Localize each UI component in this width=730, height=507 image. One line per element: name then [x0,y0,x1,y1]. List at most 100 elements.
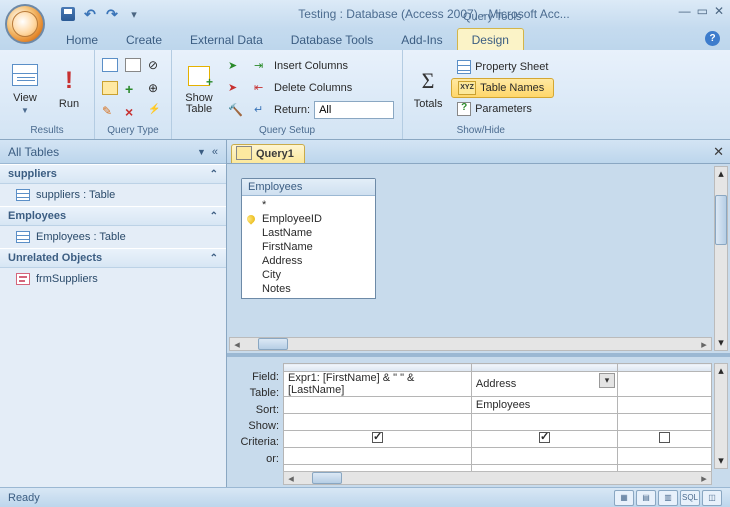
field-item[interactable]: Address [242,254,375,268]
tab-external-data[interactable]: External Data [176,29,277,50]
passthrough-query-icon[interactable]: ⊕ [145,77,167,99]
tab-create[interactable]: Create [112,29,176,50]
view-shortcut-button[interactable]: ▤ [636,490,656,506]
grid-cell[interactable] [618,414,712,431]
view-shortcut-button[interactable]: ◫ [702,490,722,506]
data-definition-icon[interactable]: ⚡ [145,100,167,122]
delete-columns-icon: ⇤ [254,81,270,95]
field-item[interactable]: LastName [242,226,375,240]
view-shortcut-button[interactable]: SQL [680,490,700,506]
show-checkbox[interactable] [659,432,670,443]
grid-cell[interactable]: Employees [471,397,617,414]
grid-cell[interactable] [284,431,472,448]
restore-icon[interactable]: ▭ [697,4,708,18]
tab-home[interactable]: Home [52,29,112,50]
crosstab-query-icon[interactable] [122,54,144,76]
delete-rows-button[interactable]: ➤ [224,78,248,98]
nav-group-header[interactable]: Unrelated Objects⌃ [0,248,226,268]
tab-add-ins[interactable]: Add-Ins [387,29,456,50]
save-icon[interactable] [58,4,78,24]
grid-row-labels: Field:Table:Sort:Show:Criteria:or: [233,371,283,469]
append-query-icon[interactable]: + [122,77,144,99]
delete-columns-button[interactable]: ⇤Delete Columns [250,78,398,98]
grid-cell[interactable] [471,414,617,431]
grid-cell[interactable] [284,414,472,431]
nav-header[interactable]: All Tables ▼ « [0,140,226,164]
nav-item[interactable]: Employees : Table [0,226,226,248]
context-tab-label: Query Tools [463,11,522,23]
insert-rows-button[interactable]: ➤ [224,56,248,76]
return-input[interactable] [314,101,394,119]
delete-query-icon[interactable]: × [122,100,144,122]
nav-group-header[interactable]: Employees⌃ [0,206,226,226]
make-table-query-icon[interactable] [99,77,121,99]
field-item[interactable]: Notes [242,282,375,296]
grid-h-scrollbar[interactable]: ◂▸ [283,471,712,485]
parameters-icon [457,102,471,116]
grid-cell[interactable] [618,448,712,465]
ribbon: View ▼ ! Run Results ⊘ + ⊕ ✎ × ⚡ Que [0,50,730,140]
grid-v-scrollbar[interactable]: ▴▾ [714,363,728,469]
show-checkbox[interactable] [372,432,383,443]
doc-tab-query1[interactable]: Query1 [231,144,305,163]
tab-design[interactable]: Design [457,28,524,50]
nav-collapse-icon[interactable]: « [212,146,218,158]
field-list-title[interactable]: Employees [242,179,375,196]
nav-item[interactable]: frmSuppliers [0,268,226,290]
show-table-button[interactable]: Show Table [176,55,222,121]
nav-item-label: suppliers : Table [36,189,115,201]
select-query-icon[interactable] [99,54,121,76]
grid-cell[interactable] [471,448,617,465]
builder-button[interactable]: 🔨 [224,100,248,120]
nav-item-label: Employees : Table [36,231,126,243]
grid-cell[interactable] [618,431,712,448]
totals-button[interactable]: Σ Totals [407,55,449,121]
h-scrollbar[interactable]: ◂▸ [229,337,712,351]
grid-cell[interactable]: Address [471,372,617,397]
tab-database-tools[interactable]: Database Tools [277,29,388,50]
update-query-icon[interactable]: ✎ [99,100,121,122]
nav-item[interactable]: suppliers : Table [0,184,226,206]
grid-cell[interactable] [618,397,712,414]
grid-row-label: Show: [233,420,283,436]
nav-group-header[interactable]: suppliers⌃ [0,164,226,184]
redo-icon[interactable]: ↷ [102,4,122,24]
field-item[interactable]: City [242,268,375,282]
parameters-button[interactable]: Parameters [451,99,554,119]
grid-cell[interactable] [618,372,712,397]
design-grid-table[interactable]: Expr1: [FirstName] & " " & [LastName]Add… [283,363,712,482]
undo-icon[interactable]: ↶ [80,4,100,24]
property-sheet-button[interactable]: Property Sheet [451,57,554,77]
table-icon [16,189,30,201]
grid-cell[interactable] [284,397,472,414]
grid-row-label: Sort: [233,404,283,420]
run-button[interactable]: ! Run [48,55,90,121]
show-checkbox[interactable] [539,432,550,443]
grid-cell[interactable] [471,431,617,448]
v-scrollbar[interactable]: ▴▾ [714,166,728,351]
field-item[interactable]: FirstName [242,240,375,254]
close-window-icon[interactable]: ✕ [714,4,724,18]
grid-cell[interactable] [284,448,472,465]
minimize-icon[interactable]: — [679,4,691,18]
table-names-icon: XYZ [458,81,476,95]
insert-columns-button[interactable]: ⇥Insert Columns [250,56,398,76]
table-names-button[interactable]: XYZTable Names [451,78,554,98]
union-query-icon[interactable]: ⊘ [145,54,167,76]
query-design-upper[interactable]: Employees *EmployeeIDLastNameFirstNameAd… [227,164,730,357]
delete-rows-icon: ➤ [228,81,244,95]
view-button[interactable]: View ▼ [4,55,46,121]
window-title: Testing : Database (Access 2007) - Micro… [144,7,724,21]
office-button[interactable] [5,4,45,44]
grid-cell[interactable]: Expr1: [FirstName] & " " & [LastName] [284,372,472,397]
doc-close-icon[interactable]: ✕ [713,144,724,160]
navigation-pane: All Tables ▼ « suppliers⌃ suppliers : Tab… [0,140,227,487]
field-item[interactable]: * [242,198,375,212]
field-list-employees[interactable]: Employees *EmployeeIDLastNameFirstNameAd… [241,178,376,299]
help-icon[interactable]: ? [705,31,720,46]
view-shortcut-button[interactable]: ▥ [658,490,678,506]
view-shortcut-button[interactable]: ▦ [614,490,634,506]
qat-customize-icon[interactable]: ▾ [124,4,144,24]
field-item[interactable]: EmployeeID [242,212,375,226]
ribbon-group-totals: Σ Totals Property Sheet XYZTable Names P… [403,50,558,139]
